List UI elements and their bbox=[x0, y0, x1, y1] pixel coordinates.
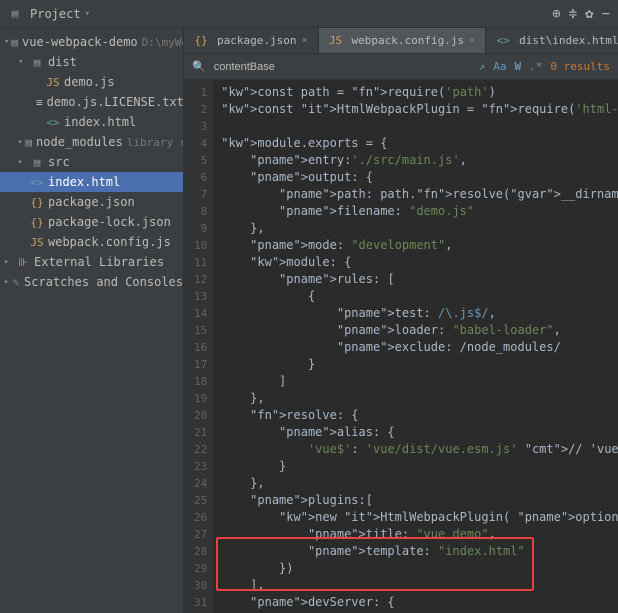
project-tree[interactable]: ▾ ▤ vue-webpack-demo D:\myWork ▾▤distJSd… bbox=[0, 28, 184, 613]
chevron-icon: ▸ bbox=[18, 137, 23, 147]
project-tool-window-label[interactable]: ▤ Project ▾ bbox=[8, 7, 90, 21]
close-icon[interactable]: × bbox=[469, 35, 475, 46]
code-editor[interactable]: 1 2 3 4 5 6 7 8 9 10 11 12 13 14 15 16 1… bbox=[184, 80, 618, 613]
search-newtab-icon[interactable]: ↗ bbox=[479, 60, 486, 73]
locate-icon[interactable]: ⊕ bbox=[552, 6, 560, 22]
tab-package-json[interactable]: {} package.json × bbox=[184, 28, 319, 53]
match-case-toggle[interactable]: Aa bbox=[493, 60, 506, 73]
tree-item-label: demo.js bbox=[64, 75, 115, 89]
html-icon: <> bbox=[46, 116, 60, 129]
tree-item-label: index.html bbox=[64, 115, 136, 129]
search-results-count: 0 results bbox=[550, 60, 610, 73]
chevron-icon: ▾ bbox=[18, 57, 28, 67]
project-icon: ▤ bbox=[8, 7, 22, 20]
folder-icon: ▤ bbox=[30, 156, 44, 169]
json-icon: {} bbox=[30, 196, 44, 209]
chevron-right-icon: ▸ bbox=[4, 277, 10, 287]
txt-icon: ≡ bbox=[36, 96, 43, 109]
whole-word-toggle[interactable]: W bbox=[515, 60, 522, 73]
tree-item-demo-js-license-txt[interactable]: ≡ demo.js.LICENSE.txt bbox=[0, 92, 183, 112]
close-icon[interactable]: × bbox=[301, 35, 307, 46]
search-input[interactable] bbox=[214, 61, 471, 73]
tree-item-node-modules[interactable]: ▸▤ node_modules library root bbox=[0, 132, 183, 152]
tree-item-index-html[interactable]: <> index.html bbox=[0, 112, 183, 132]
collapse-icon[interactable]: ≑ bbox=[569, 6, 577, 22]
tree-root[interactable]: ▾ ▤ vue-webpack-demo D:\myWork bbox=[0, 32, 183, 52]
js-icon: JS bbox=[30, 236, 44, 249]
tree-item-label: package.json bbox=[48, 195, 135, 209]
tree-item-label: demo.js.LICENSE.txt bbox=[47, 95, 184, 109]
chevron-icon: ▸ bbox=[18, 157, 28, 167]
scratches-label: Scratches and Consoles bbox=[24, 275, 183, 289]
chevron-down-icon: ▾ bbox=[4, 37, 9, 47]
project-toolbar: ▤ Project ▾ ⊕ ≑ ✿ − bbox=[0, 0, 618, 28]
tree-item-demo-js[interactable]: JS demo.js bbox=[0, 72, 183, 92]
libraries-icon: ⊪ bbox=[16, 256, 30, 269]
regex-toggle[interactable]: .* bbox=[529, 60, 542, 73]
folder-icon: ▤ bbox=[25, 136, 32, 149]
tree-item-package-json[interactable]: {} package.json bbox=[0, 192, 183, 212]
tree-item-label: index.html bbox=[48, 175, 120, 189]
html-icon: <> bbox=[496, 34, 510, 47]
code-content[interactable]: "kw">const path = "fn">require('path') "… bbox=[213, 80, 618, 613]
json-icon: {} bbox=[194, 34, 208, 47]
tab-dist-index-html[interactable]: <>dist\index.html× bbox=[486, 28, 618, 53]
tab-label: webpack.config.js bbox=[352, 34, 465, 47]
js-icon: JS bbox=[46, 76, 60, 89]
tree-item-label: dist bbox=[48, 55, 77, 69]
tree-item-label: src bbox=[48, 155, 70, 169]
json-icon: {} bbox=[30, 216, 44, 229]
scratches-icon: ✎ bbox=[12, 276, 20, 289]
toolbar-actions: ⊕ ≑ ✿ − bbox=[552, 6, 610, 22]
tree-item-package-lock-json[interactable]: {} package-lock.json bbox=[0, 212, 183, 232]
folder-icon: ▤ bbox=[30, 56, 44, 69]
main-split: ▾ ▤ vue-webpack-demo D:\myWork ▾▤distJSd… bbox=[0, 28, 618, 613]
external-libraries[interactable]: ▸ ⊪ External Libraries bbox=[0, 252, 183, 272]
hide-icon[interactable]: − bbox=[602, 6, 610, 22]
line-gutter: 1 2 3 4 5 6 7 8 9 10 11 12 13 14 15 16 1… bbox=[184, 80, 213, 613]
html-icon: <> bbox=[30, 176, 44, 189]
find-bar: 🔍 ↗ Aa W .* 0 results bbox=[184, 54, 618, 80]
editor-tabs: {} package.json × JS webpack.config.js × <> dis… bbox=[184, 28, 618, 54]
tree-item-dist[interactable]: ▾▤ dist bbox=[0, 52, 183, 72]
root-label: vue-webpack-demo bbox=[22, 35, 138, 49]
tree-item-webpack-config-js[interactable]: JS webpack.config.js bbox=[0, 232, 183, 252]
js-icon: JS bbox=[329, 34, 343, 47]
chevron-right-icon: ▸ bbox=[4, 257, 14, 267]
project-label-text: Project bbox=[30, 7, 81, 21]
tree-item-index-html[interactable]: <> index.html bbox=[0, 172, 183, 192]
search-icon: 🔍 bbox=[192, 60, 206, 73]
tree-item-hint: library root bbox=[127, 136, 184, 149]
tab-label: package.json bbox=[217, 34, 296, 47]
tree-item-label: webpack.config.js bbox=[48, 235, 171, 249]
chevron-down-icon: ▾ bbox=[85, 9, 90, 19]
editor-area: {} package.json × JS webpack.config.js × <> dis… bbox=[184, 28, 618, 613]
tab-webpack-config-js[interactable]: JS webpack.config.js × bbox=[319, 28, 487, 53]
scratches[interactable]: ▸ ✎ Scratches and Consoles bbox=[0, 272, 183, 292]
tree-item-label: node_modules bbox=[36, 135, 123, 149]
root-path: D:\myWork bbox=[142, 36, 184, 49]
settings-icon[interactable]: ✿ bbox=[585, 6, 593, 22]
tree-item-src[interactable]: ▸▤ src bbox=[0, 152, 183, 172]
external-libraries-label: External Libraries bbox=[34, 255, 164, 269]
tree-item-label: package-lock.json bbox=[48, 215, 171, 229]
folder-icon: ▤ bbox=[11, 36, 18, 49]
tab-label: dist\index.html bbox=[519, 34, 618, 47]
